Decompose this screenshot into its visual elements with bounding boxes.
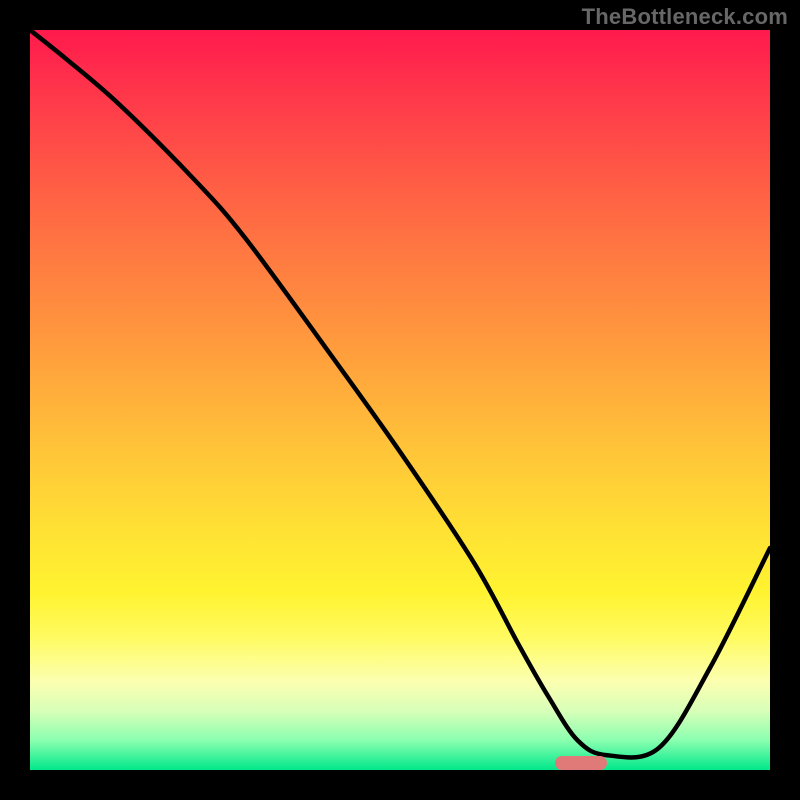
chart-frame: TheBottleneck.com bbox=[0, 0, 800, 800]
bottleneck-curve bbox=[30, 30, 770, 770]
optimal-marker bbox=[555, 756, 607, 770]
plot-area bbox=[30, 30, 770, 770]
watermark-text: TheBottleneck.com bbox=[582, 4, 788, 30]
